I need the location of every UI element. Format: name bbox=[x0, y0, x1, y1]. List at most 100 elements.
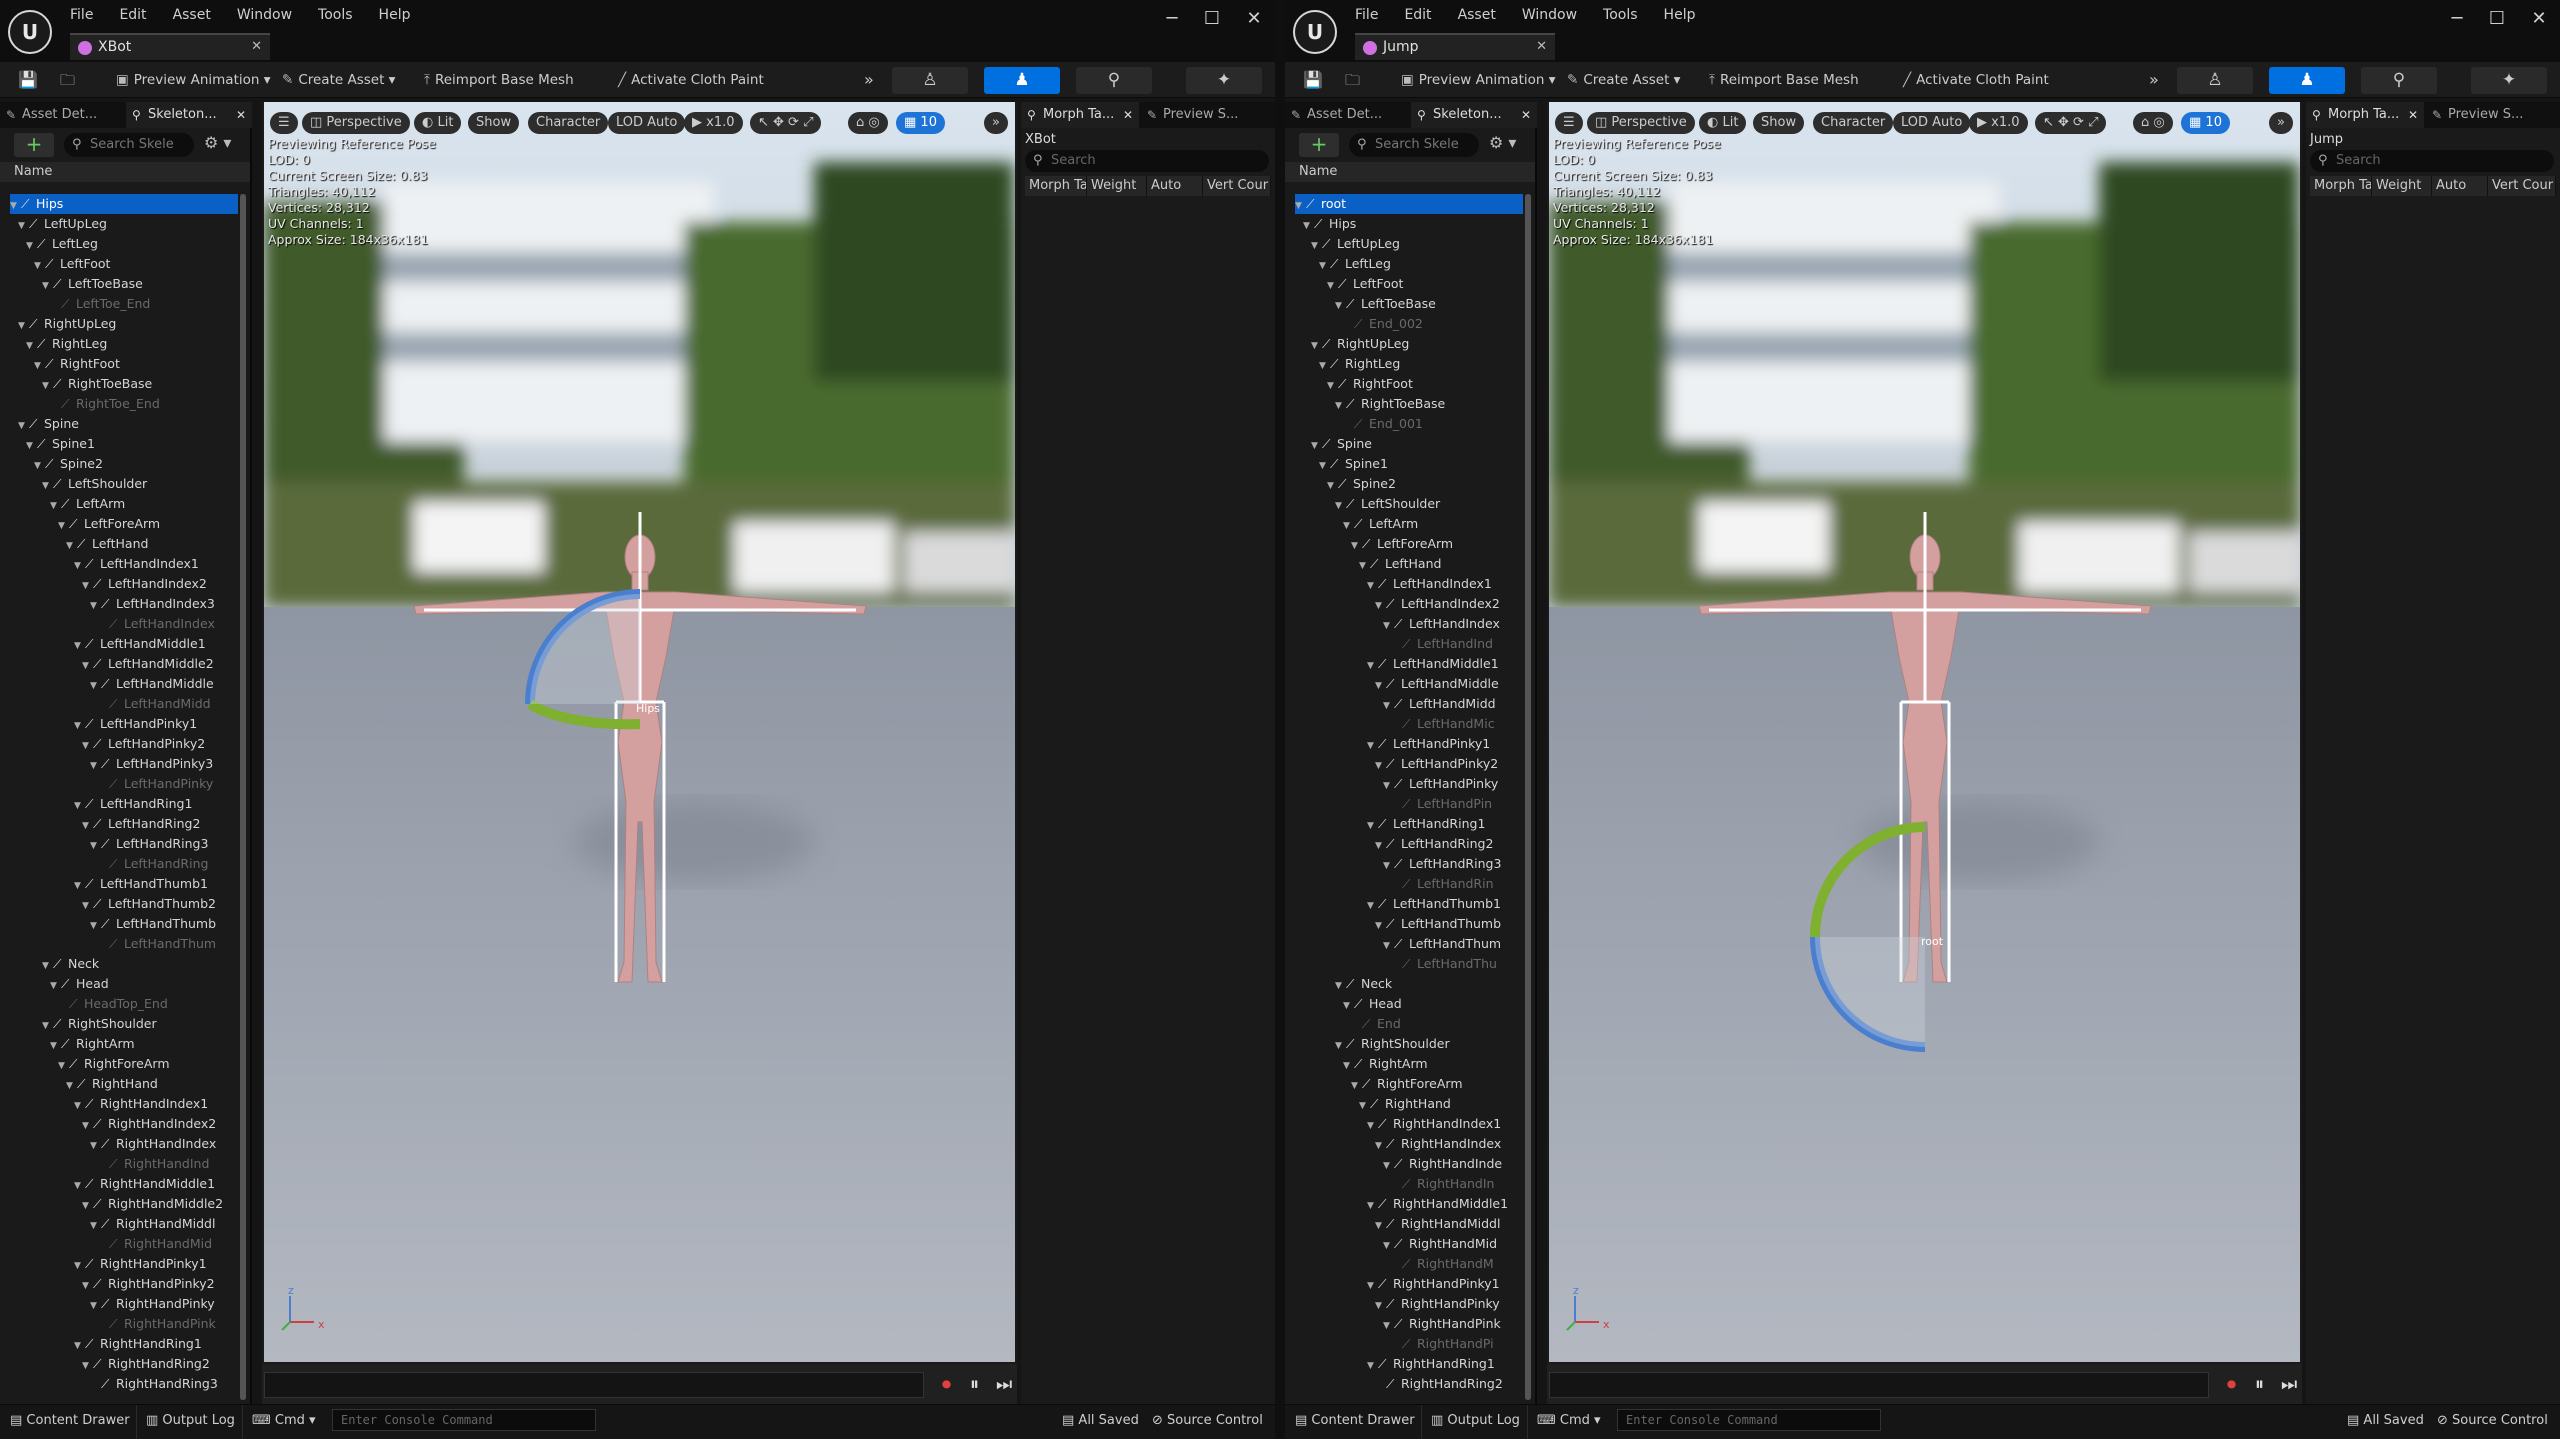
preview-animation-button[interactable]: ▣ Preview Animation ▾ bbox=[116, 68, 271, 92]
tab-skeleton-tree[interactable]: ⚲ Skeleton... ✕ bbox=[126, 102, 252, 128]
expand-arrow-icon[interactable]: ▼ bbox=[26, 236, 37, 254]
expand-arrow-icon[interactable]: ▼ bbox=[1351, 536, 1362, 554]
expand-arrow-icon[interactable]: ▼ bbox=[1351, 1076, 1362, 1094]
snap-tools[interactable]: ⌂ ◎ bbox=[848, 112, 888, 134]
lit-button[interactable]: ◐ Lit bbox=[414, 112, 462, 134]
cmd-button[interactable]: ⌨ Cmd ▾ bbox=[1537, 1413, 1601, 1428]
expand-arrow-icon[interactable]: ▼ bbox=[1327, 376, 1338, 394]
bone-tree-row[interactable]: ⟋ LeftHandRing bbox=[10, 854, 238, 874]
lod-button[interactable]: LOD Auto bbox=[608, 112, 686, 134]
bone-tree-row[interactable]: ⟋ LeftHandInd bbox=[1295, 634, 1523, 654]
expand-arrow-icon[interactable]: ▼ bbox=[74, 1336, 85, 1354]
bone-tree-row[interactable]: ▼ ⟋ RightHandMiddle1 bbox=[1295, 1194, 1523, 1214]
bone-tree-row[interactable]: ▼ ⟋ LeftToeBase bbox=[1295, 294, 1523, 314]
bone-tree-row[interactable]: ▼ ⟋ Hips bbox=[10, 194, 238, 214]
expand-arrow-icon[interactable]: ▼ bbox=[1367, 576, 1378, 594]
expand-arrow-icon[interactable]: ▼ bbox=[1319, 356, 1330, 374]
bone-tree-row[interactable]: ▼ ⟋ RightHandRing2 bbox=[10, 1354, 238, 1374]
document-tab[interactable]: XBot ✕ bbox=[70, 33, 270, 60]
bone-tree-row[interactable]: ⟋ RightHandPi bbox=[1295, 1334, 1523, 1354]
expand-arrow-icon[interactable]: ▼ bbox=[74, 1256, 85, 1274]
bone-tree-row[interactable]: ▼ ⟋ LeftHandThum bbox=[1295, 934, 1523, 954]
close-tab-icon[interactable]: ✕ bbox=[236, 102, 246, 128]
morph-search-input[interactable]: ⚲ Search bbox=[1025, 150, 1269, 172]
minimize-icon[interactable]: ─ bbox=[1160, 8, 1184, 29]
col-morph-target[interactable]: Morph Ta bbox=[1025, 176, 1087, 196]
bone-tree-row[interactable]: ▼ ⟋ LeftHandIndex3 bbox=[10, 594, 238, 614]
skeleton-mode-button[interactable]: ♙ bbox=[2177, 67, 2253, 94]
expand-arrow-icon[interactable]: ▼ bbox=[58, 516, 69, 534]
expand-arrow-icon[interactable]: ▼ bbox=[74, 636, 85, 654]
mesh-mode-button[interactable]: ♟ bbox=[2269, 67, 2345, 94]
expand-arrow-icon[interactable]: ▼ bbox=[34, 256, 45, 274]
bone-tree-row[interactable]: ▼ ⟋ RightLeg bbox=[10, 334, 238, 354]
expand-arrow-icon[interactable]: ▼ bbox=[18, 216, 29, 234]
bone-tree-row[interactable]: ▼ ⟋ Neck bbox=[1295, 974, 1523, 994]
expand-arrow-icon[interactable]: ▼ bbox=[1383, 856, 1394, 874]
expand-arrow-icon[interactable]: ▼ bbox=[1367, 1196, 1378, 1214]
bone-tree-row[interactable]: ▼ ⟋ RightToeBase bbox=[10, 374, 238, 394]
expand-arrow-icon[interactable]: ▼ bbox=[1383, 936, 1394, 954]
menu-file[interactable]: File bbox=[70, 4, 93, 26]
morph-search-input[interactable]: ⚲ Search bbox=[2310, 150, 2554, 172]
expand-arrow-icon[interactable]: ▼ bbox=[1335, 396, 1346, 414]
name-column-header[interactable]: Name bbox=[1285, 162, 1535, 182]
content-drawer-button[interactable]: ▤ Content Drawer bbox=[1295, 1413, 1415, 1428]
bone-tree-row[interactable]: ▼ ⟋ RightUpLeg bbox=[10, 314, 238, 334]
col-auto[interactable]: Auto bbox=[2432, 176, 2488, 196]
expand-arrow-icon[interactable]: ▼ bbox=[82, 576, 93, 594]
bone-tree-row[interactable]: ▼ ⟋ LeftHandRing1 bbox=[1295, 814, 1523, 834]
expand-arrow-icon[interactable]: ▼ bbox=[34, 456, 45, 474]
character-button[interactable]: Character bbox=[1813, 112, 1894, 134]
bone-tree-row[interactable]: ▼ ⟋ RightHandInde bbox=[1295, 1154, 1523, 1174]
timeline-scrubber[interactable] bbox=[264, 1372, 924, 1398]
bone-tree-row[interactable]: ▼ ⟋ LeftFoot bbox=[10, 254, 238, 274]
bone-tree-row[interactable]: ▼ ⟋ LeftShoulder bbox=[1295, 494, 1523, 514]
bone-tree-row[interactable]: ▼ ⟋ RightUpLeg bbox=[1295, 334, 1523, 354]
expand-arrow-icon[interactable]: ▼ bbox=[74, 556, 85, 574]
skeleton-mode-button[interactable]: ♙ bbox=[892, 67, 968, 94]
bone-tree-row[interactable]: ▼ ⟋ Spine bbox=[10, 414, 238, 434]
transform-tools[interactable]: ↖ ✥ ⟳ ⤢ bbox=[750, 112, 822, 134]
close-tab-icon[interactable]: ✕ bbox=[1521, 102, 1531, 128]
physics-mode-button[interactable]: ✦ bbox=[2471, 67, 2547, 94]
bone-tree-row[interactable]: ⟋ RightHandInd bbox=[10, 1154, 238, 1174]
create-asset-button[interactable]: ✎ Create Asset ▾ bbox=[282, 68, 395, 92]
bone-tree-row[interactable]: ▼ ⟋ Neck bbox=[10, 954, 238, 974]
bone-tree-row[interactable]: ▼ ⟋ LeftHandPinky1 bbox=[1295, 734, 1523, 754]
bone-tree-row[interactable]: ▼ ⟋ RightLeg bbox=[1295, 354, 1523, 374]
bone-tree-row[interactable]: ▼ ⟋ LeftHandThumb1 bbox=[1295, 894, 1523, 914]
expand-arrow-icon[interactable]: ▼ bbox=[1295, 196, 1306, 214]
expand-arrow-icon[interactable]: ▼ bbox=[1367, 1276, 1378, 1294]
expand-arrow-icon[interactable]: ▼ bbox=[1335, 496, 1346, 514]
expand-arrow-icon[interactable]: ▼ bbox=[1359, 556, 1370, 574]
expand-arrow-icon[interactable]: ▼ bbox=[50, 1036, 61, 1054]
perspective-button[interactable]: ◫ Perspective bbox=[1587, 112, 1695, 134]
expand-arrow-icon[interactable]: ▼ bbox=[1383, 1316, 1394, 1334]
grid-snap-button[interactable]: ▦ 10 bbox=[896, 112, 945, 134]
bone-tree-row[interactable]: ▼ ⟋ LeftHandPinky bbox=[1295, 774, 1523, 794]
source-control-button[interactable]: ⊘ Source Control bbox=[2437, 1413, 2548, 1428]
bone-tree-row[interactable]: ▼ ⟋ Head bbox=[1295, 994, 1523, 1014]
expand-arrow-icon[interactable]: ▼ bbox=[1343, 1056, 1354, 1074]
bone-tree-row[interactable]: ▼ ⟋ RightFoot bbox=[10, 354, 238, 374]
bone-tree-row[interactable]: ▼ ⟋ root bbox=[1295, 194, 1523, 214]
bone-tree-row[interactable]: ▼ ⟋ LeftUpLeg bbox=[1295, 234, 1523, 254]
expand-arrow-icon[interactable]: ▼ bbox=[42, 956, 53, 974]
expand-arrow-icon[interactable]: ▼ bbox=[18, 416, 29, 434]
viewport-options-icon[interactable]: » bbox=[984, 112, 1008, 134]
col-auto[interactable]: Auto bbox=[1147, 176, 1203, 196]
show-button[interactable]: Show bbox=[468, 112, 520, 134]
add-icon[interactable]: + bbox=[14, 133, 54, 157]
expand-arrow-icon[interactable]: ▼ bbox=[82, 1356, 93, 1374]
tab-asset-details[interactable]: ✎ Asset Det... bbox=[0, 102, 124, 128]
close-tab-icon[interactable]: ✕ bbox=[2408, 102, 2418, 128]
expand-arrow-icon[interactable]: ▼ bbox=[1335, 976, 1346, 994]
bone-tree-row[interactable]: ▼ ⟋ LeftHandThumb2 bbox=[10, 894, 238, 914]
preview-viewport[interactable]: root x z ☰ ◫ Perspective ◐ Lit Show Char… bbox=[1549, 102, 2300, 1362]
close-window-icon[interactable]: ✕ bbox=[2527, 8, 2551, 29]
physics-mode-button[interactable]: ✦ bbox=[1186, 67, 1262, 94]
close-tab-icon[interactable]: ✕ bbox=[1123, 102, 1133, 128]
tree-scrollbar[interactable] bbox=[240, 194, 246, 1400]
expand-arrow-icon[interactable]: ▼ bbox=[1367, 896, 1378, 914]
